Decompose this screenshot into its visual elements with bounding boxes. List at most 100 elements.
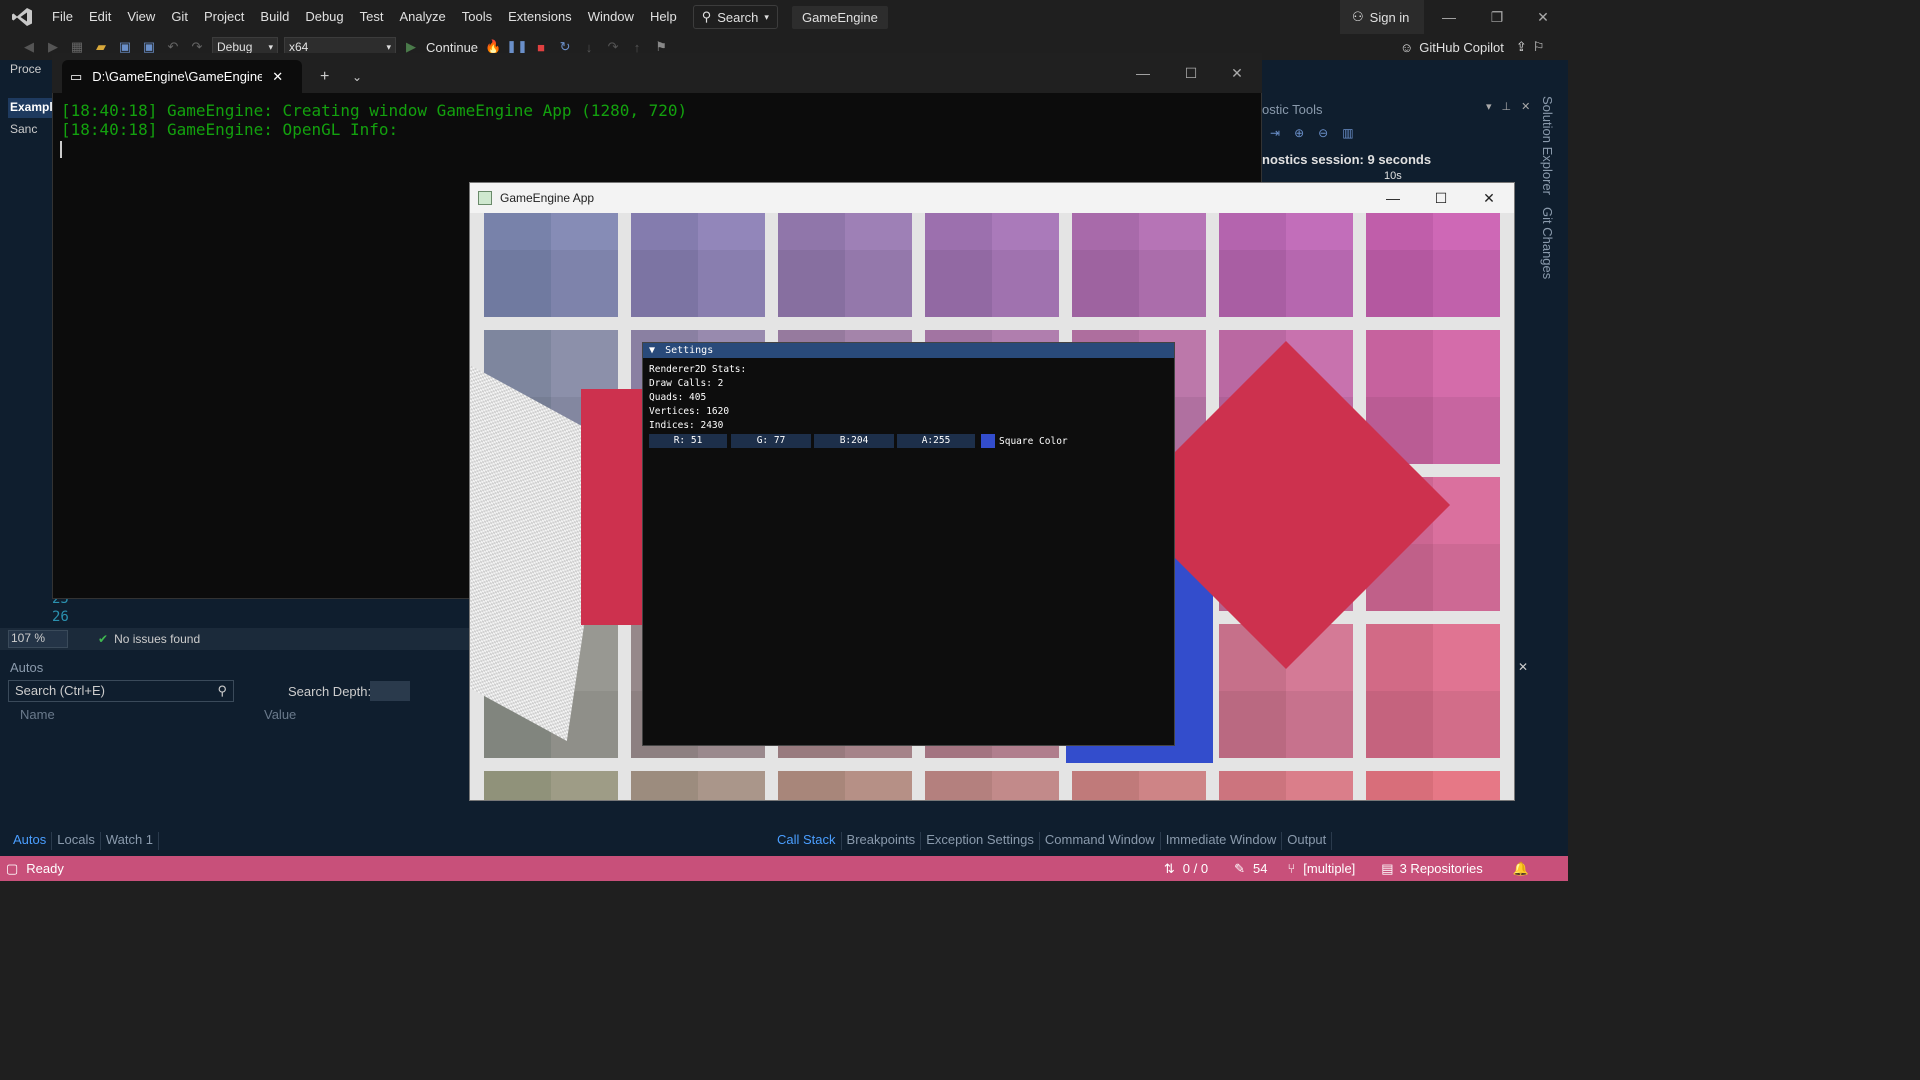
stats-line: Indices: 2430 (649, 420, 724, 431)
search-depth-label: Search Depth: (288, 684, 372, 699)
menu-test[interactable]: Test (352, 0, 392, 34)
menu-extensions[interactable]: Extensions (500, 0, 580, 34)
issues-indicator[interactable]: ✔ No issues found (98, 632, 200, 646)
settings-title: Settings (665, 345, 714, 356)
tab-output[interactable]: Output (1282, 832, 1333, 850)
terminal-close-button[interactable]: ✕ (1214, 53, 1260, 93)
sign-in-label: Sign in (1369, 9, 1410, 25)
background-tile (778, 213, 912, 317)
color-b-field[interactable]: B:204 (814, 434, 894, 448)
tab-solution-explorer[interactable]: Solution Explorer (1540, 96, 1555, 195)
color-swatch[interactable] (981, 434, 995, 448)
tab-watch[interactable]: Watch 1 (101, 832, 160, 850)
new-tab-icon[interactable]: + (320, 68, 329, 86)
tab-git-changes[interactable]: Git Changes (1540, 207, 1555, 279)
visual-studio-logo-icon[interactable] (0, 0, 44, 34)
line-number: 26 (52, 609, 69, 625)
sandbox-item[interactable]: Sanc (10, 122, 37, 136)
terminal-minimize-button[interactable]: — (1120, 53, 1166, 93)
stats-line: Vertices: 1620 (649, 406, 730, 417)
terminal-line: [18:40:18] GameEngine: Creating window G… (61, 101, 688, 120)
menu-analyze[interactable]: Analyze (391, 0, 453, 34)
export-icon[interactable]: ⇥ (1270, 126, 1280, 140)
search-label: Search (717, 9, 759, 25)
search-icon: ⚲ (217, 683, 227, 698)
pin-icon[interactable]: ⊥ (1502, 100, 1512, 113)
color-a-field[interactable]: A:255 (897, 434, 975, 448)
menu-view[interactable]: View (119, 0, 163, 34)
menu-debug[interactable]: Debug (297, 0, 351, 34)
github-copilot-button[interactable]: ☺ GitHub Copilot ⇪ ⚐ (1400, 36, 1544, 58)
tab-locals[interactable]: Locals (52, 832, 101, 850)
background-tile (484, 771, 618, 800)
example-tab[interactable]: Exampl (8, 98, 56, 118)
share-icon[interactable]: ⇪ (1516, 39, 1527, 55)
side-tabs: Solution Explorer Git Changes (1540, 96, 1568, 296)
menu-git[interactable]: Git (163, 0, 196, 34)
game-title: GameEngine App (500, 191, 595, 205)
sync-icon[interactable]: ⇅ (1164, 861, 1175, 877)
search-depth-dropdown[interactable] (370, 681, 410, 701)
menu-build[interactable]: Build (252, 0, 297, 34)
branch-label[interactable]: [multiple] (1303, 861, 1355, 876)
zoom-dropdown[interactable]: 107 % (8, 630, 68, 648)
debug-tabs-left: Autos Locals Watch 1 (8, 832, 160, 850)
collapse-icon[interactable]: ▼ (649, 345, 655, 356)
close-icon[interactable]: ✕ (1521, 100, 1530, 113)
menu-file[interactable]: File (44, 0, 81, 34)
dropdown-icon[interactable]: ▾ (1486, 100, 1492, 113)
search-button[interactable]: ⚲ Search ▾ (692, 5, 778, 29)
column-header-value[interactable]: Value (264, 707, 296, 722)
close-icon[interactable]: ✕ (1518, 660, 1528, 674)
background-tile (631, 213, 765, 317)
edits-count[interactable]: 54 (1253, 861, 1267, 876)
ide-close-button[interactable]: ✕ (1520, 0, 1566, 34)
game-maximize-button[interactable]: ☐ (1418, 183, 1464, 213)
issues-label: No issues found (114, 632, 201, 646)
app-icon (478, 191, 492, 205)
settings-titlebar[interactable]: ▼ Settings (643, 343, 1174, 358)
terminal-tab[interactable]: ▭ D:\GameEngine\GameEngine\ ✕ (62, 60, 302, 93)
menu-tools[interactable]: Tools (454, 0, 500, 34)
chart-icon[interactable]: ▥ (1342, 126, 1353, 140)
ready-label: Ready (26, 861, 64, 876)
changes-count[interactable]: 0 / 0 (1183, 861, 1208, 876)
terminal-maximize-button[interactable]: ☐ (1168, 53, 1214, 93)
tab-immediate-window[interactable]: Immediate Window (1161, 832, 1283, 850)
menu-project[interactable]: Project (196, 0, 252, 34)
ide-restore-button[interactable]: ❐ (1474, 0, 1520, 34)
menu-edit[interactable]: Edit (81, 0, 119, 34)
game-titlebar: GameEngine App (470, 183, 1514, 213)
tab-call-stack[interactable]: Call Stack (772, 832, 842, 850)
game-close-button[interactable]: ✕ (1466, 183, 1512, 213)
tile-shade (631, 250, 765, 317)
zoom-out-icon[interactable]: ⊖ (1318, 126, 1328, 140)
copilot-icon: ☺ (1400, 39, 1414, 55)
ide-titlebar: File Edit View Git Project Build Debug T… (0, 0, 1568, 34)
ide-minimize-button[interactable]: — (1426, 0, 1472, 34)
chevron-down-icon[interactable]: ⌄ (352, 70, 362, 84)
game-canvas[interactable]: ▼ Settings Renderer2D Stats: Draw Calls:… (470, 213, 1514, 800)
game-minimize-button[interactable]: — (1370, 183, 1416, 213)
repositories-label[interactable]: 3 Repositories (1400, 861, 1483, 876)
feedback-icon[interactable]: ⚐ (1533, 39, 1545, 55)
tile-shade (484, 250, 618, 317)
tab-breakpoints[interactable]: Breakpoints (842, 832, 922, 850)
tab-autos[interactable]: Autos (8, 832, 53, 850)
column-header-name[interactable]: Name (20, 707, 55, 722)
tab-command-window[interactable]: Command Window (1040, 832, 1161, 850)
color-g-field[interactable]: G: 77 (731, 434, 811, 448)
menu-window[interactable]: Window (580, 0, 642, 34)
notifications-icon[interactable]: 🔔 (1513, 861, 1529, 877)
zoom-in-icon[interactable]: ⊕ (1294, 126, 1304, 140)
back-icon[interactable]: ◀ (20, 38, 38, 56)
close-icon[interactable]: ✕ (272, 69, 283, 85)
menu-help[interactable]: Help (642, 0, 685, 34)
chevron-down-icon: ▾ (386, 41, 391, 52)
autos-search-input[interactable]: Search (Ctrl+E) ⚲ (8, 680, 234, 702)
tab-exception-settings[interactable]: Exception Settings (921, 832, 1040, 850)
sign-in-button[interactable]: ⚇ Sign in (1340, 0, 1424, 34)
settings-window[interactable]: ▼ Settings Renderer2D Stats: Draw Calls:… (642, 342, 1175, 746)
background-tile (1219, 771, 1353, 800)
color-r-field[interactable]: R: 51 (649, 434, 727, 448)
